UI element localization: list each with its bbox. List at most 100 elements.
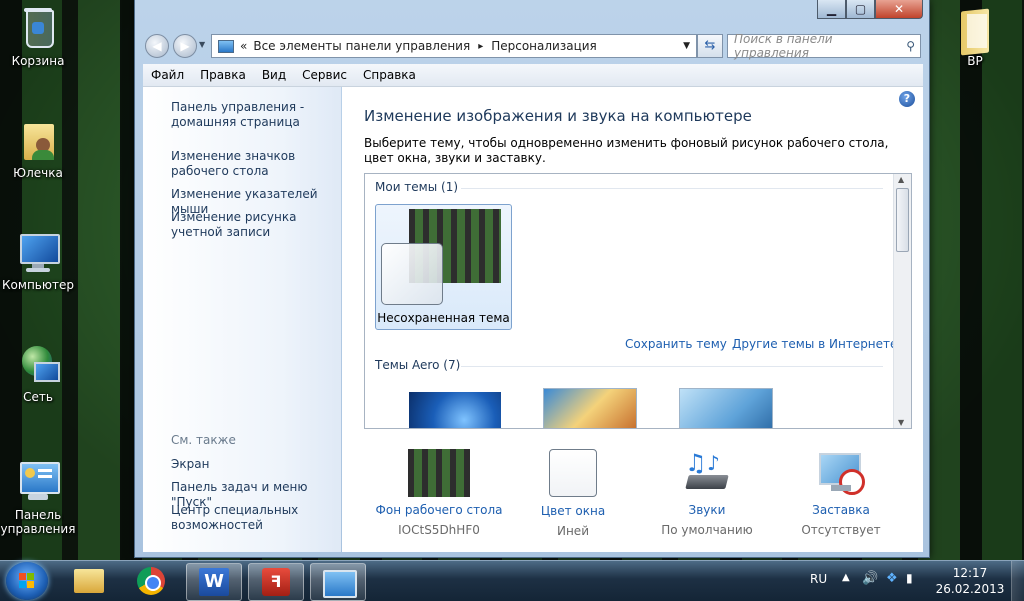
desktop-background-value: IOCtS5DhHF0 [398, 523, 480, 537]
menu-tools[interactable]: Сервис [294, 68, 355, 82]
word-icon: W [199, 568, 229, 596]
desktop-icon-label: ВР [967, 54, 983, 68]
taskbar: W ꟻ RU ▲ 🔊 ❖ ▮ 12:17 26.02.2013 [0, 560, 1024, 601]
theme-item-aero-3[interactable] [679, 388, 773, 428]
folder-icon [953, 6, 997, 56]
window-color-setting[interactable]: Цвет окна Иней [503, 449, 643, 538]
main-content: ? Изменение изображения и звука на компь… [342, 87, 923, 552]
scrollbar-thumb[interactable] [896, 188, 909, 252]
desktop-icon-user-folder[interactable]: Юлечка [0, 118, 76, 180]
screen-saver-value: Отсутствует [801, 523, 881, 537]
clock[interactable]: 12:17 26.02.2013 [932, 565, 1008, 597]
maximize-button[interactable]: ▢ [846, 0, 875, 19]
breadcrumb-separator[interactable]: ▸ [478, 41, 483, 52]
sounds-link[interactable]: Звуки [637, 503, 777, 517]
theme-item-windows7[interactable] [409, 392, 501, 428]
computer-icon [16, 230, 60, 274]
dropbox-icon[interactable]: ❖ [886, 571, 898, 586]
display-link[interactable]: Экран [171, 457, 341, 472]
desktop-icon-label: Корзина [11, 54, 65, 68]
desktop-icon-network[interactable]: Сеть [0, 342, 76, 404]
start-button[interactable] [6, 562, 48, 600]
scroll-down-arrow[interactable]: ▼ [898, 418, 904, 427]
control-panel-small-icon [218, 39, 234, 53]
section-divider [461, 366, 883, 367]
screen-saver-icon [817, 449, 865, 497]
sounds-setting[interactable]: ♫ ♪ Звуки По умолчанию [637, 449, 777, 537]
control-panel-home-link[interactable]: Панель управления - домашняя страница [171, 100, 341, 130]
theme-name: Несохраненная тема [377, 311, 510, 325]
windows-logo-icon [19, 573, 35, 589]
refresh-button[interactable]: ⇆ [697, 34, 723, 58]
forward-button[interactable]: ▶ [173, 34, 197, 58]
theme-list-scrollbar[interactable]: ▲ ▼ [893, 174, 911, 428]
breadcrumb-personalization[interactable]: Персонализация [491, 39, 597, 53]
volume-icon[interactable]: 🔊 [862, 571, 878, 586]
desktop-background-setting[interactable]: Фон рабочего стола IOCtS5DhHF0 [369, 449, 509, 537]
page-description: Выберите тему, чтобы одновременно измени… [364, 136, 889, 165]
control-panel-icon [323, 570, 357, 598]
minimize-button[interactable]: ▁ [817, 0, 846, 19]
recycle-bin-icon [16, 6, 60, 50]
desktop-background-link[interactable]: Фон рабочего стола [369, 503, 509, 517]
clock-date: 26.02.2013 [935, 582, 1005, 596]
menu-edit[interactable]: Правка [192, 68, 254, 82]
more-themes-online-link[interactable]: Другие темы в Интернете [732, 337, 897, 351]
menu-view[interactable]: Вид [254, 68, 294, 82]
personalization-window: ▁ ▢ ✕ ◀ ▶ ▼ « Все элементы панели управл… [134, 0, 930, 558]
search-icon[interactable]: ⚲ [906, 39, 915, 53]
window-color-link[interactable]: Цвет окна [503, 504, 643, 518]
navigation-bar: ◀ ▶ ▼ « Все элементы панели управления ▸… [135, 30, 929, 60]
change-desktop-icons-link[interactable]: Изменение значков рабочего стола [171, 149, 341, 179]
network-icon [16, 342, 60, 386]
language-indicator[interactable]: RU [810, 572, 827, 586]
ease-of-access-link[interactable]: Центр специальных возможностей [171, 503, 341, 533]
close-button[interactable]: ✕ [875, 0, 923, 19]
help-icon[interactable]: ? [899, 91, 915, 107]
menu-bar: Файл Правка Вид Сервис Справка [143, 64, 923, 87]
desktop-icon-label: Юлечка [13, 166, 63, 180]
theme-list: Мои темы (1) Несохраненная тема Сохранит… [364, 173, 912, 429]
aero-themes-heading: Темы Aero (7) [375, 358, 461, 372]
taskbar-explorer-button[interactable] [62, 563, 116, 599]
back-button[interactable]: ◀ [145, 34, 169, 58]
theme-item-aero-2[interactable] [543, 388, 637, 428]
desktop-background-thumbnail [408, 449, 470, 497]
taskbar-word-button[interactable]: W [186, 563, 242, 601]
search-input[interactable]: Поиск в панели управления ⚲ [727, 32, 921, 60]
sounds-icon: ♫ ♪ [683, 449, 731, 497]
taskbar-control-panel-button[interactable] [310, 563, 366, 601]
theme-item-unsaved[interactable]: Несохраненная тема [375, 204, 512, 330]
change-account-picture-link[interactable]: Изменение рисунка учетной записи [171, 210, 341, 240]
show-desktop-button[interactable] [1011, 561, 1024, 601]
address-dropdown-icon[interactable]: ▼ [683, 41, 690, 51]
desktop-icon-computer[interactable]: Компьютер [0, 230, 76, 292]
desktop-icon-folder-vr[interactable]: ВР [937, 6, 1013, 68]
desktop-icon-recycle-bin[interactable]: Корзина [0, 6, 76, 68]
screen-saver-link[interactable]: Заставка [771, 503, 911, 517]
left-task-pane: Панель управления - домашняя страница Из… [143, 87, 341, 552]
show-hidden-icons-button[interactable]: ▲ [842, 572, 850, 583]
recent-pages-dropdown[interactable]: ▼ [199, 40, 205, 49]
address-bar[interactable]: « Все элементы панели управления ▸ Персо… [211, 34, 697, 58]
screen-saver-setting[interactable]: Заставка Отсутствует [771, 449, 911, 537]
search-placeholder: Поиск в панели управления [734, 32, 833, 60]
menu-file[interactable]: Файл [143, 68, 192, 82]
desktop-icon-control-panel[interactable]: Панель управления [0, 460, 76, 536]
taskbar-chrome-button[interactable] [124, 563, 178, 599]
desktop-icon-label: Сеть [23, 390, 53, 404]
taskbar-pdf-button[interactable]: ꟻ [248, 563, 304, 601]
breadcrumb-prefix[interactable]: « [240, 39, 247, 53]
caption-buttons: ▁ ▢ ✕ [817, 0, 923, 20]
network-tray-icon[interactable]: ▮ [906, 571, 913, 585]
window-color-value: Иней [556, 524, 589, 538]
my-themes-heading: Мои темы (1) [375, 180, 459, 194]
see-also-heading: См. также [171, 433, 236, 447]
scroll-up-arrow[interactable]: ▲ [898, 175, 904, 184]
desktop-icon-label: Компьютер [2, 278, 74, 292]
menu-help[interactable]: Справка [355, 68, 424, 82]
explorer-icon [74, 569, 104, 593]
save-theme-link[interactable]: Сохранить тему [625, 337, 727, 351]
pdf-icon: ꟻ [262, 568, 290, 596]
breadcrumb-all-items[interactable]: Все элементы панели управления [253, 39, 470, 53]
